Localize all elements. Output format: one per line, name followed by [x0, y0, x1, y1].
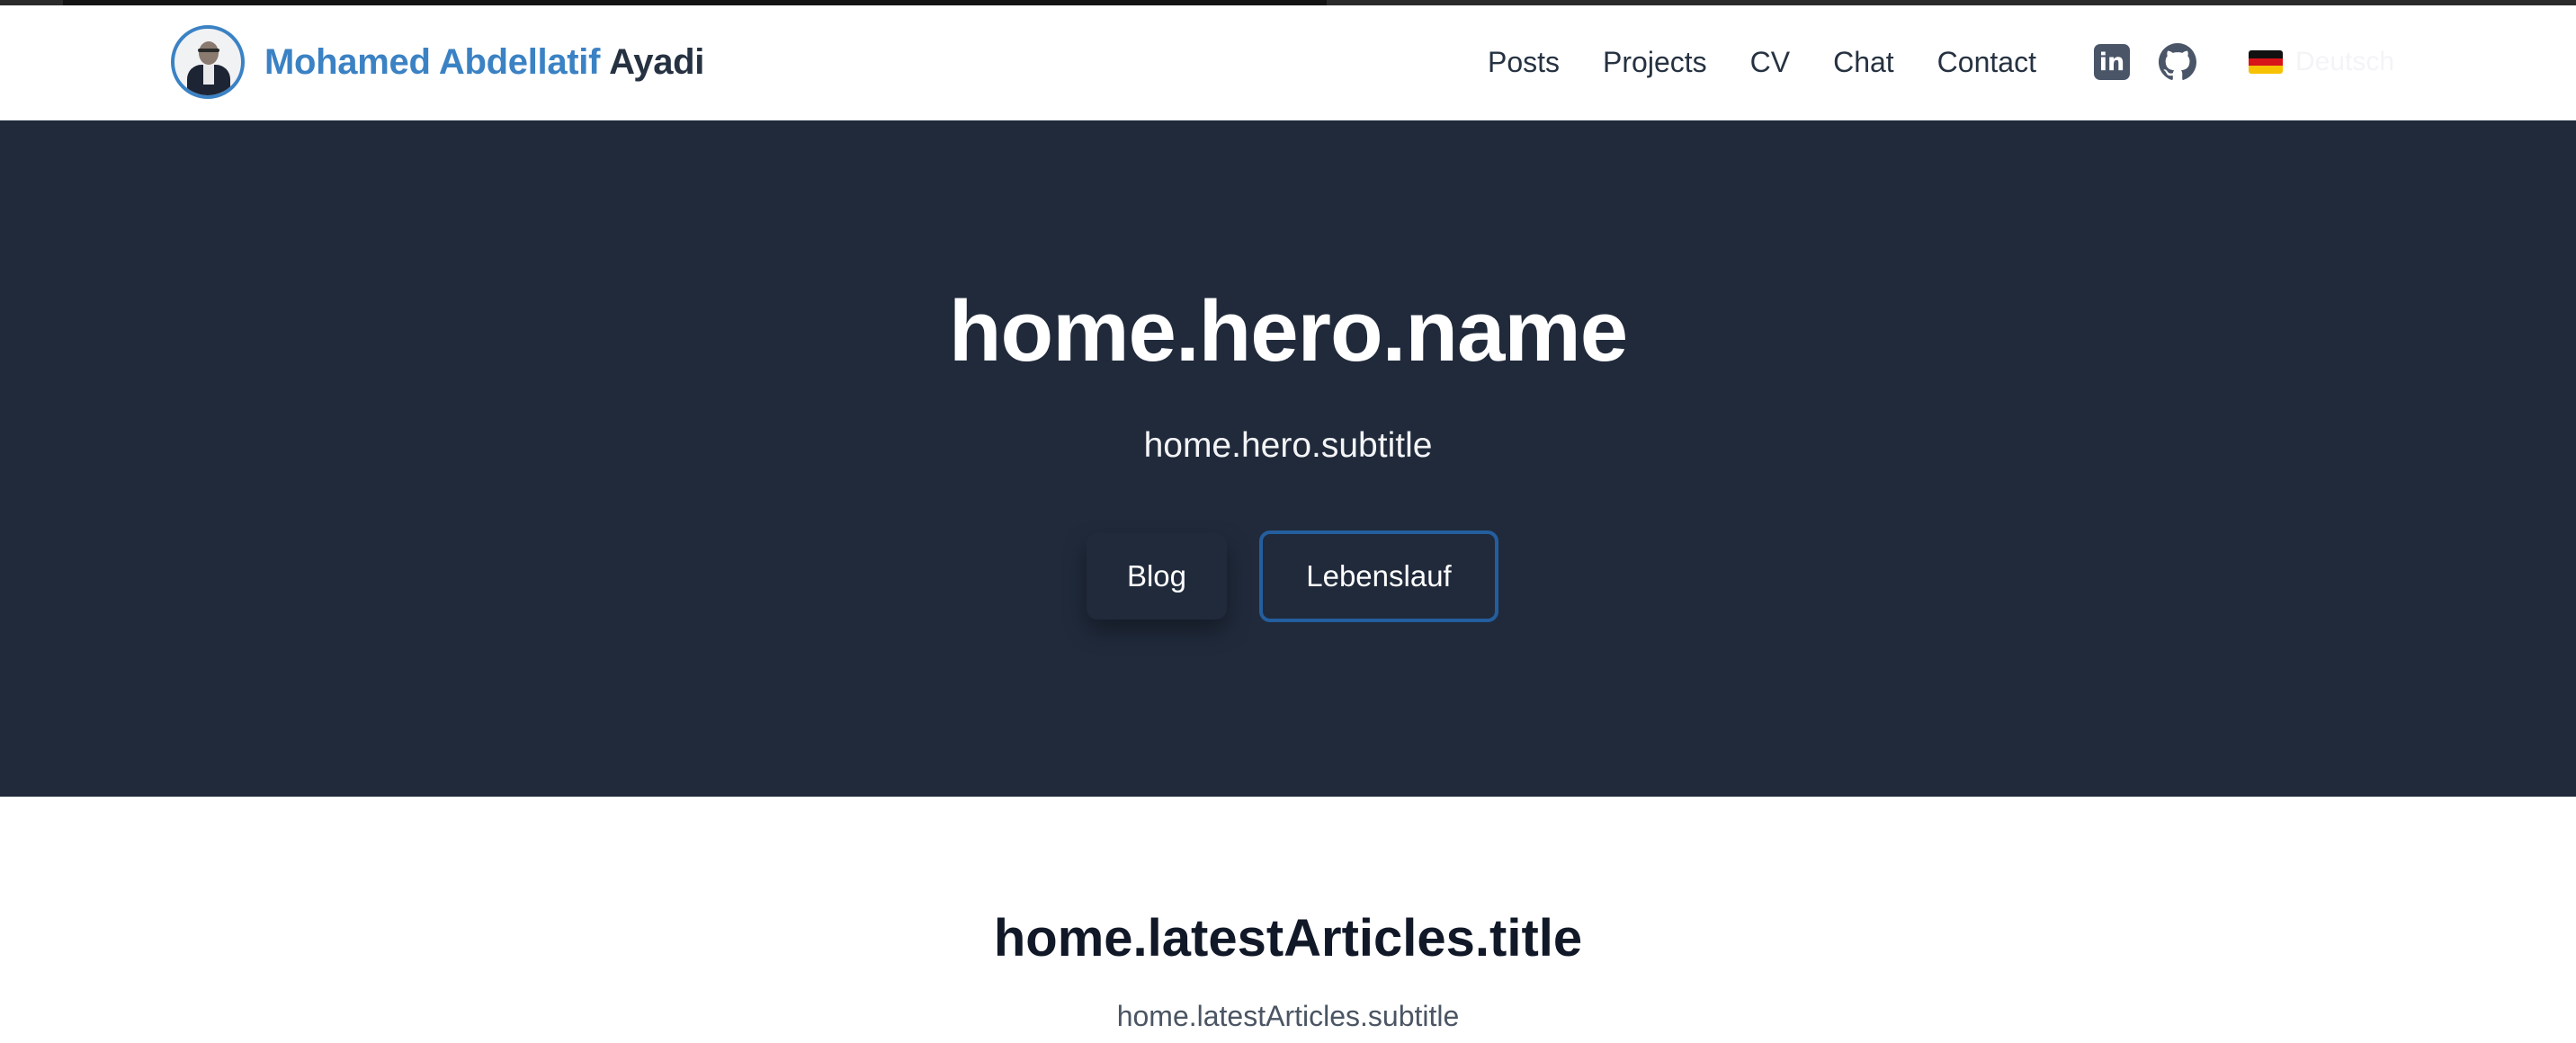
- language-label: Deutsch: [2295, 47, 2395, 76]
- nav-link-projects[interactable]: Projects: [1603, 46, 1707, 79]
- github-icon[interactable]: [2159, 43, 2196, 81]
- nav-link-cv[interactable]: CV: [1750, 46, 1790, 79]
- nav-link-contact[interactable]: Contact: [1937, 46, 2036, 79]
- blog-button[interactable]: Blog: [1087, 533, 1227, 620]
- avatar-glasses: [198, 49, 219, 52]
- language-switcher[interactable]: Deutsch: [2249, 25, 2394, 99]
- latest-articles-subtitle: home.latestArticles.subtitle: [1116, 1000, 1460, 1032]
- nav-link-chat[interactable]: Chat: [1833, 46, 1894, 79]
- brand-name: Mohamed Abdellatif Ayadi: [264, 42, 704, 83]
- hero-title: home.hero.name: [948, 283, 1628, 379]
- cv-button[interactable]: Lebenslauf: [1259, 530, 1498, 622]
- social-links: in: [2094, 25, 2196, 99]
- german-flag-icon: [2249, 50, 2283, 74]
- avatar: [171, 25, 245, 99]
- navbar: Mohamed Abdellatif Ayadi Posts Projects …: [0, 5, 2576, 120]
- brand-last-name: Ayadi: [609, 41, 705, 82]
- latest-articles-title: home.latestArticles.title: [993, 909, 1583, 967]
- brand-link[interactable]: Mohamed Abdellatif Ayadi: [171, 25, 704, 99]
- brand-first-name: Mohamed Abdellatif: [264, 41, 601, 82]
- main-nav: Posts Projects CV Chat Contact: [1488, 25, 2036, 99]
- avatar-head: [199, 41, 219, 65]
- avatar-shirt: [203, 65, 214, 85]
- hero-subtitle: home.hero.subtitle: [1143, 426, 1433, 465]
- hero-buttons: Blog Lebenslauf: [0, 530, 2576, 622]
- hero-section: home.hero.name home.hero.subtitle Blog L…: [0, 120, 2576, 797]
- linkedin-icon[interactable]: in: [2094, 44, 2130, 80]
- nav-link-posts[interactable]: Posts: [1488, 46, 1560, 79]
